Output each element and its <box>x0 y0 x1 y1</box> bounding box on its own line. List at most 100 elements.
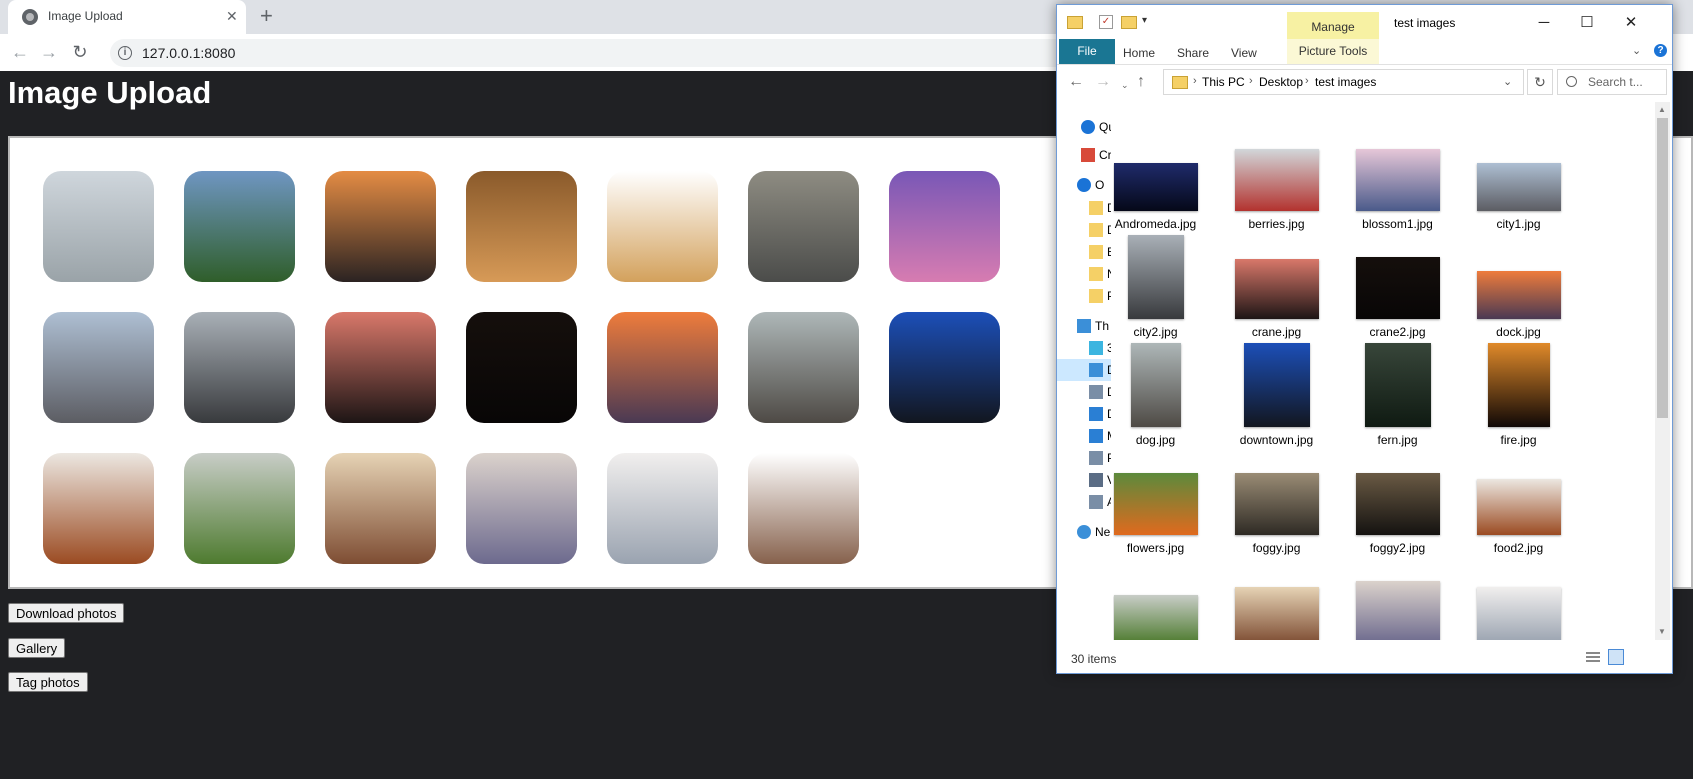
file-thumbnail[interactable] <box>1476 163 1561 211</box>
file-item[interactable]: fern.jpg <box>1337 341 1458 449</box>
file-thumbnail[interactable] <box>1127 235 1184 319</box>
refresh-button[interactable]: ↻ <box>1527 69 1553 95</box>
file-name[interactable]: berries.jpg <box>1216 217 1337 231</box>
file-thumbnail[interactable] <box>1355 149 1440 211</box>
file-item[interactable]: food2.jpg <box>1458 449 1579 557</box>
search-box[interactable]: Search t... <box>1557 69 1667 95</box>
file-item[interactable]: crane2.jpg <box>1337 233 1458 341</box>
thumbnail-purple-sky[interactable] <box>889 171 1000 282</box>
minimize-button[interactable]: ─ <box>1524 13 1564 33</box>
thumbnail-dog[interactable] <box>748 312 859 423</box>
file-name[interactable]: blossom1.jpg <box>1337 217 1458 231</box>
tab-picture-tools[interactable]: Picture Tools <box>1287 39 1379 64</box>
breadcrumb-separator[interactable]: › <box>1249 75 1253 87</box>
file-item[interactable]: crowd.jpg <box>1337 557 1458 640</box>
scrollbar-thumb[interactable] <box>1657 118 1668 418</box>
thumbnail-friends[interactable] <box>325 453 436 564</box>
breadcrumb-separator[interactable]: › <box>1305 75 1309 87</box>
reload-button[interactable]: ↻ <box>69 41 91 63</box>
back-button[interactable]: ← <box>9 41 31 63</box>
file-thumbnail[interactable] <box>1355 473 1440 535</box>
details-view-icon[interactable] <box>1585 650 1601 664</box>
file-name[interactable]: dog.jpg <box>1113 433 1216 447</box>
file-item[interactable]: foggy.jpg <box>1216 449 1337 557</box>
new-tab-button[interactable]: + <box>260 5 273 27</box>
gallery-button[interactable]: Gallery <box>8 638 66 658</box>
thumbnail-crowd[interactable] <box>466 453 577 564</box>
expand-ribbon-icon[interactable]: ⌄ <box>1632 44 1641 57</box>
thumbnail-pets[interactable] <box>607 171 718 282</box>
address-dropdown-icon[interactable]: ⌄ <box>1503 75 1512 88</box>
scroll-down-icon[interactable]: ▼ <box>1658 627 1666 636</box>
explorer-address-bar[interactable]: › This PC › Desktop › test images ⌄ <box>1163 69 1524 95</box>
file-item[interactable]: team.jpg <box>1458 557 1579 640</box>
nav-item-6[interactable]: N <box>1057 263 1111 285</box>
file-thumbnail[interactable] <box>1476 479 1561 535</box>
tab-home[interactable]: Home <box>1123 46 1155 60</box>
file-name[interactable]: city2.jpg <box>1113 325 1216 339</box>
tab-file[interactable]: File <box>1059 39 1115 64</box>
thumbnail-tree[interactable] <box>43 171 154 282</box>
nav-item-0[interactable]: Qu <box>1057 116 1111 138</box>
nav-item-16[interactable]: A <box>1057 491 1111 513</box>
nav-item-17[interactable]: Ne <box>1057 521 1111 543</box>
forward-arrow-icon[interactable]: → <box>1095 74 1111 90</box>
manage-tab[interactable]: Manage <box>1287 12 1379 39</box>
file-item[interactable]: fire.jpg <box>1458 341 1579 449</box>
large-icons-view-icon[interactable] <box>1608 649 1624 665</box>
nav-item-10[interactable]: D <box>1057 359 1111 381</box>
file-name[interactable]: foggy2.jpg <box>1337 541 1458 555</box>
file-name[interactable]: foggy.jpg <box>1216 541 1337 555</box>
file-thumbnail[interactable] <box>1476 587 1561 640</box>
close-tab-icon[interactable]: ✕ <box>226 8 238 24</box>
file-thumbnail[interactable] <box>1234 473 1319 535</box>
nav-item-3[interactable]: D <box>1057 197 1111 219</box>
nav-item-5[interactable]: E <box>1057 241 1111 263</box>
thumbnail-sunset-lake[interactable] <box>748 171 859 282</box>
file-thumbnail[interactable] <box>1487 343 1550 427</box>
thumbnail-crane2[interactable] <box>466 312 577 423</box>
file-name[interactable]: city1.jpg <box>1458 217 1579 231</box>
nav-item-12[interactable]: D <box>1057 403 1111 425</box>
file-name[interactable]: food2.jpg <box>1458 541 1579 555</box>
file-item[interactable]: blossom1.jpg <box>1337 125 1458 233</box>
file-item[interactable]: Andromeda.jpg <box>1113 125 1216 233</box>
file-thumbnail[interactable] <box>1234 259 1319 319</box>
nav-item-13[interactable]: M <box>1057 425 1111 447</box>
file-name[interactable]: Andromeda.jpg <box>1113 217 1216 231</box>
file-item[interactable]: city1.jpg <box>1458 125 1579 233</box>
file-item[interactable]: dock.jpg <box>1458 233 1579 341</box>
thumbnail-field[interactable] <box>184 453 295 564</box>
nav-item-7[interactable]: P <box>1057 285 1111 307</box>
nav-item-11[interactable]: D <box>1057 381 1111 403</box>
search-placeholder[interactable]: Search t... <box>1588 75 1643 89</box>
thumbnail-city1[interactable] <box>43 312 154 423</box>
breadcrumb-desktop[interactable]: Desktop <box>1259 75 1303 89</box>
thumbnail-crane[interactable] <box>325 312 436 423</box>
file-thumbnail[interactable] <box>1113 473 1198 535</box>
thumbnail-people[interactable] <box>748 453 859 564</box>
file-item[interactable]: berries.jpg <box>1216 125 1337 233</box>
file-item[interactable]: foggy2.jpg <box>1337 449 1458 557</box>
new-folder-icon[interactable] <box>1121 16 1137 29</box>
file-item[interactable]: crane.jpg <box>1216 233 1337 341</box>
tab-view[interactable]: View <box>1231 46 1257 60</box>
file-name[interactable]: fire.jpg <box>1458 433 1579 447</box>
file-thumbnail[interactable] <box>1364 343 1431 427</box>
forward-button[interactable]: → <box>38 41 60 63</box>
file-thumbnail[interactable] <box>1113 163 1198 211</box>
file-name[interactable]: crane2.jpg <box>1337 325 1458 339</box>
breadcrumb-this-pc[interactable]: This PC <box>1202 75 1245 89</box>
thumbnail-food[interactable] <box>43 453 154 564</box>
breadcrumb-test-images[interactable]: test images <box>1315 75 1376 89</box>
nav-item-8[interactable]: Th <box>1057 315 1111 337</box>
thumbnail-lake[interactable] <box>184 171 295 282</box>
help-icon[interactable]: ? <box>1654 44 1667 57</box>
file-item[interactable]: dog.jpg <box>1113 341 1216 449</box>
nav-item-14[interactable]: P <box>1057 447 1111 469</box>
file-item[interactable]: field.jpg <box>1113 557 1216 640</box>
file-name[interactable]: fern.jpg <box>1337 433 1458 447</box>
file-thumbnail[interactable] <box>1476 271 1561 319</box>
nav-item-15[interactable]: V <box>1057 469 1111 491</box>
thumbnail-city2[interactable] <box>184 312 295 423</box>
